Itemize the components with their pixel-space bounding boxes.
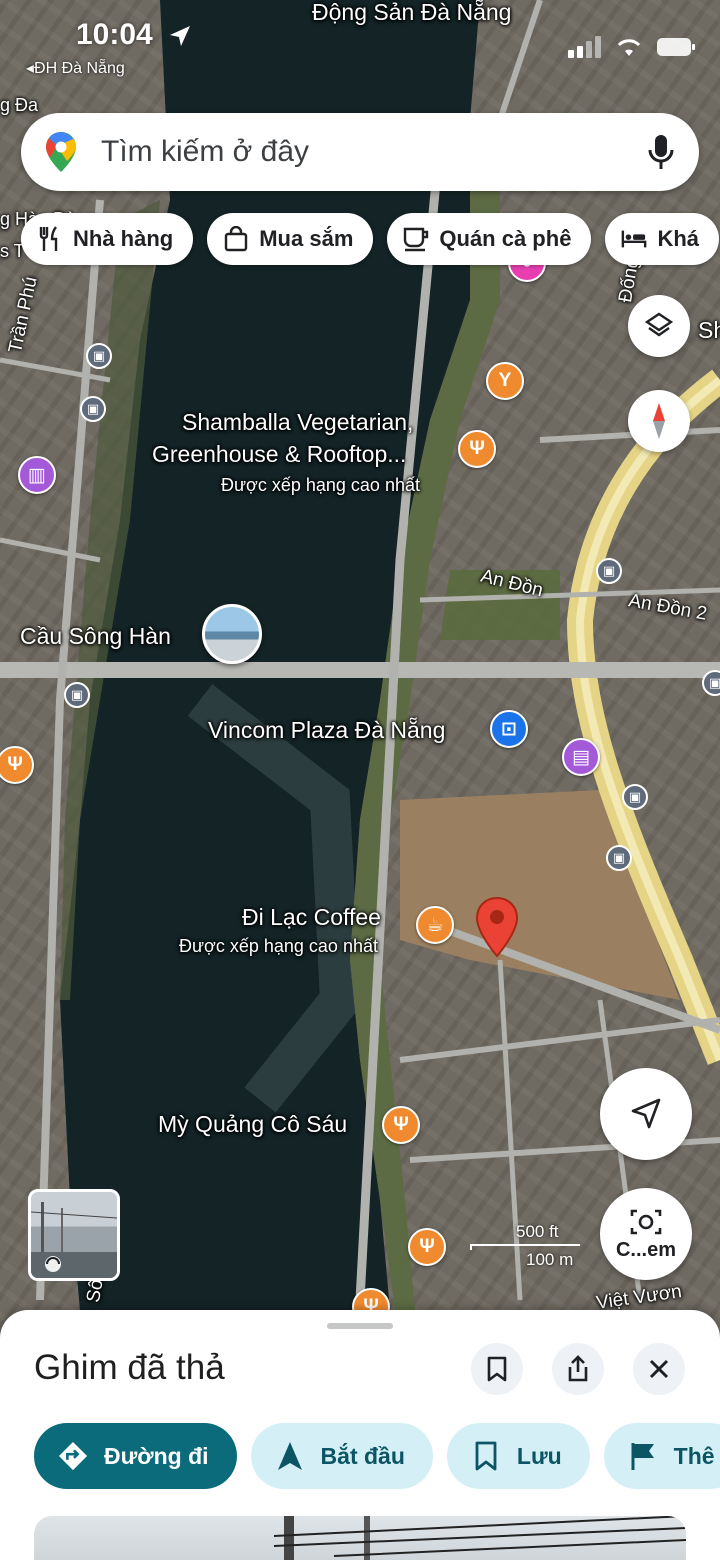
sheet-title: Ghim đã thả (34, 1348, 225, 1387)
chip-restaurants[interactable]: Nhà hàng (21, 213, 194, 265)
bookmark-icon (487, 1356, 507, 1382)
bus-stop-icon[interactable]: ▣ (606, 845, 632, 871)
wifi-icon (617, 39, 641, 56)
camera-lens-icon (630, 1209, 662, 1234)
flag-icon (628, 1441, 658, 1471)
map-label-vincom[interactable]: Vincom Plaza Đà Nẵng (208, 716, 445, 744)
my-location-button[interactable] (600, 1068, 692, 1160)
map-label-rating: Được xếp hạng cao nhất (179, 936, 378, 956)
restaurant-icon[interactable]: Ψ (458, 430, 496, 468)
navigation-arrow-icon (631, 1098, 661, 1129)
song-han-bridge-photo-icon[interactable] (202, 604, 262, 664)
bus-stop-icon[interactable]: ▣ (64, 682, 90, 708)
save-button[interactable]: Lưu (446, 1423, 590, 1489)
search-bar[interactable]: Tìm kiếm ở đây (21, 113, 699, 191)
battery-icon (657, 38, 695, 56)
bed-icon (621, 226, 647, 252)
map-label-cau-song-han[interactable]: Cầu Sông Hàn (20, 622, 171, 650)
close-icon (649, 1359, 669, 1379)
chip-coffee[interactable]: Quán cà phê (387, 213, 592, 265)
search-input[interactable]: Tìm kiếm ở đây (101, 135, 647, 169)
add-label-button[interactable]: Thê (603, 1423, 720, 1489)
status-time: 10:04 (76, 18, 153, 51)
place-bottom-sheet[interactable]: Ghim đã thả Đường đi Bắt đầu Lưu Thê (0, 1310, 720, 1560)
category-chips: Nhà hàng Mua sắm Quán cà phê Khá (21, 213, 719, 265)
coffee-cup-icon (403, 226, 429, 252)
compass-icon (653, 403, 665, 439)
close-button[interactable] (633, 1343, 685, 1395)
place-photo-preview[interactable] (34, 1516, 686, 1560)
map-label-top-place: Động Sản Đà Nẵng (312, 0, 512, 25)
navigation-arrow-icon (275, 1441, 305, 1471)
layers-icon (644, 312, 674, 337)
map-label-shamballa-2[interactable]: Greenhouse & Rooftop... (152, 440, 406, 468)
street-view-photo (31, 1202, 117, 1278)
share-icon (568, 1355, 588, 1382)
museum-icon[interactable]: ▥ (18, 456, 56, 494)
map-label-my-quang[interactable]: Mỳ Quảng Cô Sáu (158, 1110, 347, 1138)
map-label-rating: Được xếp hạng cao nhất (221, 475, 420, 495)
bus-stop-icon[interactable]: ▣ (80, 396, 106, 422)
bookmark-icon (471, 1441, 501, 1471)
directions-icon (58, 1441, 88, 1471)
dropped-pin-icon[interactable] (474, 896, 520, 958)
fork-knife-icon (37, 226, 63, 252)
street-view-thumbnail[interactable] (28, 1189, 120, 1281)
map-label-shamballa[interactable]: Shamballa Vegetarian, (182, 408, 413, 436)
signal-icon (568, 36, 601, 58)
bridge-road (0, 662, 720, 678)
save-bookmark-button[interactable] (471, 1343, 523, 1395)
status-icons (568, 36, 696, 58)
shopping-bag-icon (223, 226, 249, 252)
action-buttons: Đường đi Bắt đầu Lưu Thê (34, 1423, 720, 1489)
share-button[interactable] (552, 1343, 604, 1395)
microphone-icon[interactable] (647, 134, 675, 170)
drag-handle[interactable] (327, 1323, 393, 1329)
compass-button[interactable] (628, 390, 690, 452)
start-button[interactable]: Bắt đầu (250, 1423, 433, 1489)
shopping-bag-icon[interactable]: ⊡ (490, 710, 528, 748)
layers-button[interactable] (628, 295, 690, 357)
camera-label: C...em (615, 1238, 677, 1261)
map-label-edge: g Đa (0, 95, 39, 115)
location-arrow-icon (170, 26, 190, 46)
restaurant-icon[interactable]: Ψ (382, 1106, 420, 1144)
chip-shopping[interactable]: Mua sắm (207, 213, 374, 265)
map-scale: 500 ft 100 m (470, 1222, 580, 1270)
back-chevron-icon: ◂ (26, 60, 35, 77)
back-to-app-indicator[interactable]: ◂ĐH Đà Nẵng (26, 58, 125, 78)
camera-search-button[interactable]: C...em (600, 1188, 692, 1280)
map-label-di-lac[interactable]: Đi Lạc Coffee (242, 903, 381, 931)
cocktail-icon[interactable]: Y (486, 362, 524, 400)
directions-button[interactable]: Đường đi (34, 1423, 237, 1489)
bus-stop-icon[interactable]: ▣ (596, 558, 622, 584)
place-photo (273, 1516, 686, 1560)
restaurant-icon[interactable]: Ψ (408, 1228, 446, 1266)
chip-hotels[interactable]: Khá (605, 213, 719, 265)
cinema-icon[interactable]: ▤ (562, 738, 600, 776)
map-label-sh: Sh (698, 317, 720, 343)
coffee-cup-icon[interactable]: ☕ (416, 906, 454, 944)
bus-stop-icon[interactable]: ▣ (86, 343, 112, 369)
google-maps-logo-icon (46, 132, 76, 172)
bus-stop-icon[interactable]: ▣ (622, 784, 648, 810)
